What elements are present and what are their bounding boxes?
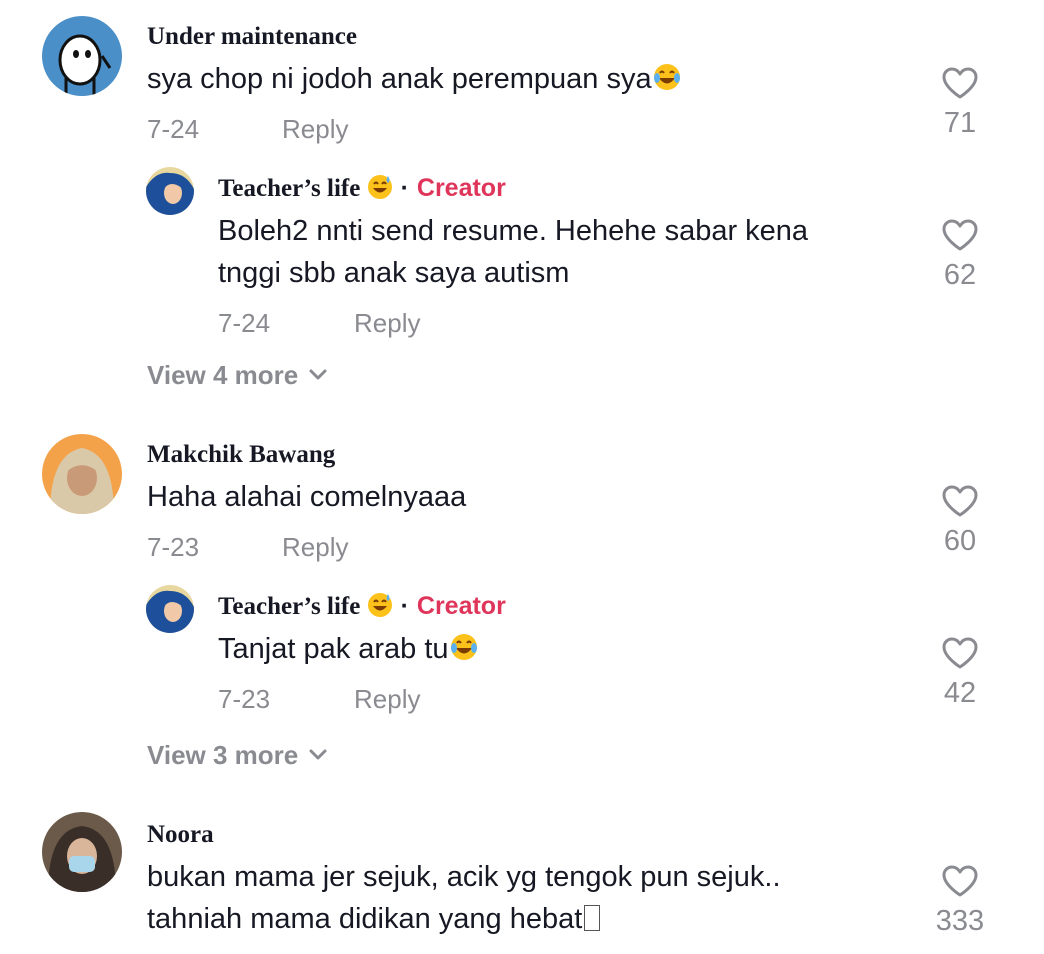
avatar[interactable]	[146, 167, 194, 215]
username[interactable]: Teacher’s life · Creator	[218, 173, 506, 208]
like-button[interactable]: 60	[920, 484, 1000, 558]
like-count: 71	[943, 107, 977, 139]
comment-text: tahniah mama didikan yang hebat	[147, 898, 601, 940]
comment-date: 7-24	[147, 114, 200, 144]
avatar[interactable]	[42, 812, 122, 892]
view-more-label: View 4 more	[147, 360, 299, 390]
username[interactable]: Makchik Bawang	[147, 440, 335, 470]
view-more-replies[interactable]: View 3 more	[147, 740, 328, 770]
reply-button[interactable]: Reply	[354, 308, 420, 338]
like-count: 60	[943, 525, 977, 557]
creator-badge: Creator	[416, 592, 506, 620]
view-more-replies[interactable]: View 4 more	[147, 360, 328, 390]
like-button[interactable]: 71	[920, 66, 1000, 140]
comment-text: Boleh2 nnti send resume. Hehehe sabar ke…	[218, 215, 809, 247]
reply-button[interactable]: Reply	[282, 532, 348, 562]
creator-badge: Creator	[416, 174, 506, 202]
avatar[interactable]	[146, 585, 194, 633]
comment-text: tnggi sbb anak saya autism	[218, 257, 570, 289]
username[interactable]: Noora	[147, 820, 214, 850]
comment-date: 7-23	[218, 684, 271, 714]
like-button[interactable]: 62	[920, 218, 1000, 292]
comment-text: Haha alahai comelnyaaa	[147, 481, 467, 513]
sweat-smile-emoji-icon	[367, 174, 393, 208]
avatar[interactable]	[42, 16, 122, 96]
avatar[interactable]	[42, 434, 122, 514]
like-count: 333	[935, 905, 985, 937]
like-count: 62	[943, 259, 977, 291]
reply-button[interactable]: Reply	[282, 114, 348, 144]
reply-button[interactable]: Reply	[354, 684, 420, 714]
heart-icon	[942, 485, 978, 517]
heart-icon	[942, 219, 978, 251]
comment-date: 7-23	[147, 532, 200, 562]
view-more-label: View 3 more	[147, 740, 299, 770]
unsupported-glyph-icon	[584, 905, 601, 931]
username[interactable]: Under maintenance	[147, 22, 357, 52]
sweat-smile-emoji-icon	[367, 592, 393, 626]
comment-text: sya chop ni jodoh anak perempuan sya	[147, 58, 682, 104]
username[interactable]: Teacher’s life · Creator	[218, 591, 506, 626]
comment-date: 7-24	[218, 308, 271, 338]
like-button[interactable]: 42	[920, 636, 1000, 710]
laughing-tears-emoji-icon	[449, 632, 479, 674]
like-button[interactable]: 333	[920, 864, 1000, 938]
laughing-tears-emoji-icon	[652, 62, 682, 104]
heart-icon	[942, 637, 978, 669]
like-count: 42	[943, 677, 977, 709]
comment-text: bukan mama jer sejuk, acik yg tengok pun…	[147, 861, 781, 893]
comment-text: Tanjat pak arab tu	[218, 628, 479, 674]
heart-icon	[942, 865, 978, 897]
heart-icon	[942, 67, 978, 99]
chevron-down-icon	[309, 369, 327, 380]
chevron-down-icon	[309, 749, 327, 760]
